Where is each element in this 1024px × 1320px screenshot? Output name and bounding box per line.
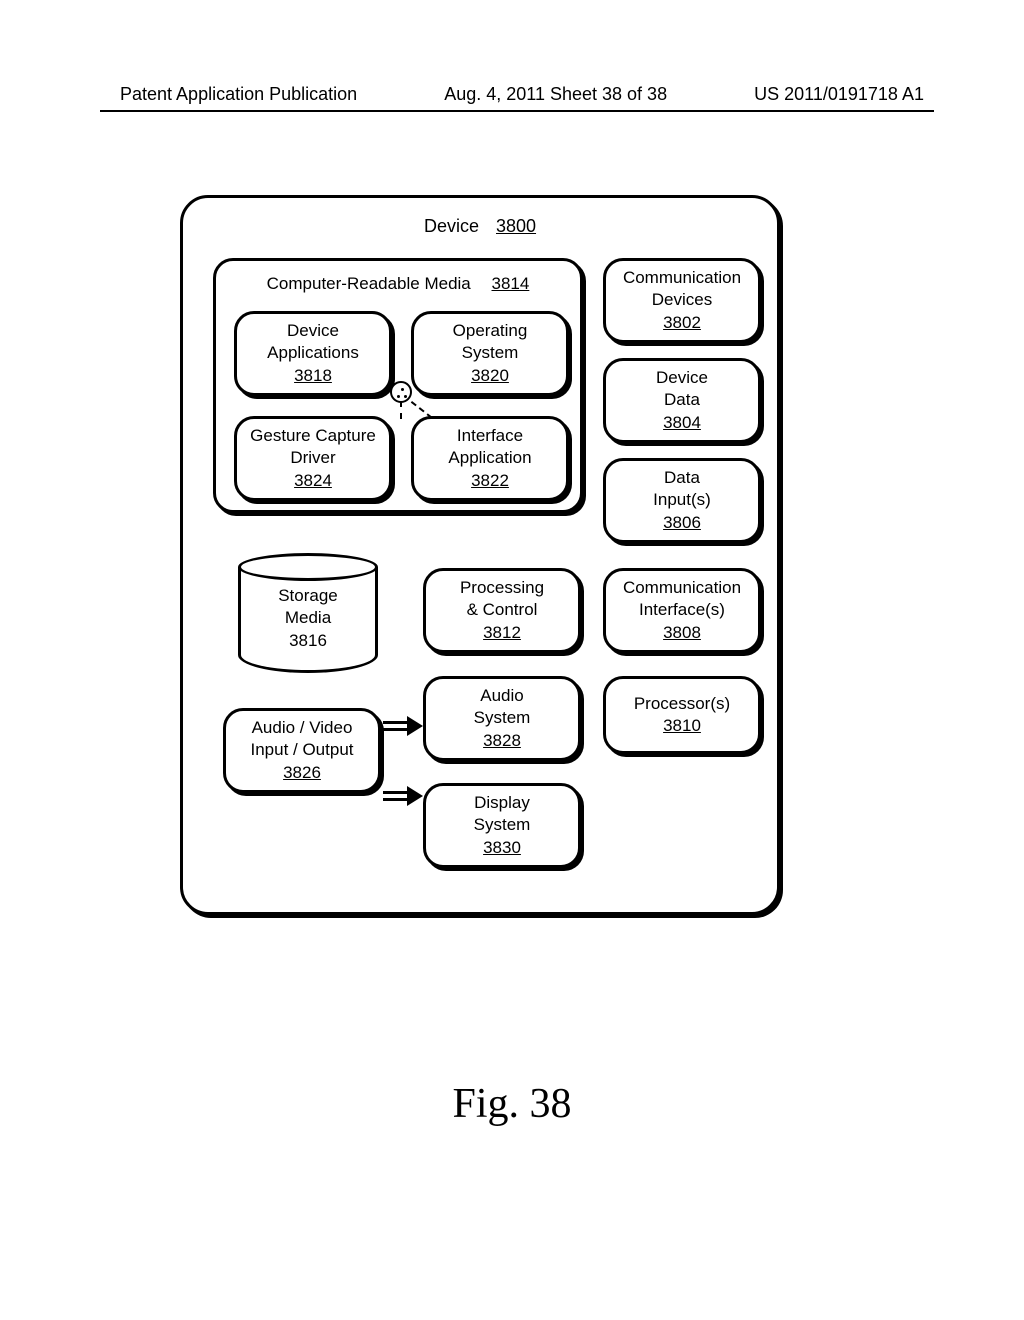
processing-control-l1: Processing [460, 577, 544, 599]
interface-application-box: Interface Application 3822 [411, 416, 569, 501]
communication-devices-l2: Devices [652, 289, 712, 311]
communication-devices-ref: 3802 [663, 312, 701, 334]
connector-hub-icon [390, 381, 412, 403]
audio-system-ref: 3828 [483, 730, 521, 752]
processing-control-l2: & Control [467, 599, 538, 621]
processing-control-ref: 3812 [483, 622, 521, 644]
device-title: Device 3800 [183, 216, 777, 237]
header-rule [100, 110, 934, 112]
av-io-ref: 3826 [283, 762, 321, 784]
audio-system-l2: System [474, 707, 531, 729]
device-container: Device 3800 Computer-Readable Media 3814… [180, 195, 780, 915]
communication-interfaces-l2: Interface(s) [639, 599, 725, 621]
operating-system-l2: System [462, 342, 519, 364]
header-left: Patent Application Publication [120, 84, 357, 105]
display-system-l2: System [474, 814, 531, 836]
interface-application-ref: 3822 [471, 470, 509, 492]
data-inputs-ref: 3806 [663, 512, 701, 534]
data-inputs-l2: Input(s) [653, 489, 711, 511]
gesture-capture-l1: Gesture Capture [250, 425, 376, 447]
display-system-box: Display System 3830 [423, 783, 581, 868]
processing-control-box: Processing & Control 3812 [423, 568, 581, 653]
data-inputs-l1: Data [664, 467, 700, 489]
device-applications-ref: 3818 [294, 365, 332, 387]
storage-media-ref: 3816 [289, 630, 327, 652]
device-data-l2: Data [664, 389, 700, 411]
display-system-l1: Display [474, 792, 530, 814]
operating-system-l1: Operating [453, 320, 528, 342]
figure-caption: Fig. 38 [0, 1080, 1024, 1128]
storage-media-l2: Media [285, 607, 331, 629]
av-io-l1: Audio / Video [252, 717, 353, 739]
display-system-ref: 3830 [483, 837, 521, 859]
storage-media-cylinder: Storage Media 3816 [238, 553, 378, 673]
device-ref: 3800 [496, 216, 536, 236]
processors-box: Processor(s) 3810 [603, 676, 761, 754]
av-io-box: Audio / Video Input / Output 3826 [223, 708, 381, 793]
dashed-connector [392, 366, 394, 384]
device-applications-l1: Device [287, 320, 339, 342]
processors-ref: 3810 [663, 715, 701, 737]
data-inputs-box: Data Input(s) 3806 [603, 458, 761, 543]
device-applications-l2: Applications [267, 342, 359, 364]
page-header: Patent Application Publication Aug. 4, 2… [120, 84, 924, 105]
interface-application-l1: Interface [457, 425, 523, 447]
media-container: Computer-Readable Media 3814 Device Appl… [213, 258, 583, 513]
media-title: Computer-Readable Media 3814 [216, 273, 580, 295]
communication-interfaces-ref: 3808 [663, 622, 701, 644]
audio-system-l1: Audio [480, 685, 523, 707]
device-data-l1: Device [656, 367, 708, 389]
device-label: Device [424, 216, 479, 236]
gesture-capture-ref: 3824 [294, 470, 332, 492]
dashed-connector [411, 401, 433, 419]
storage-media-l1: Storage [278, 585, 338, 607]
communication-interfaces-box: Communication Interface(s) 3808 [603, 568, 761, 653]
header-center: Aug. 4, 2011 Sheet 38 of 38 [444, 84, 667, 105]
communication-devices-box: Communication Devices 3802 [603, 258, 761, 343]
media-ref: 3814 [492, 274, 530, 293]
device-applications-box: Device Applications 3818 [234, 311, 392, 396]
device-data-box: Device Data 3804 [603, 358, 761, 443]
gesture-capture-l2: Driver [290, 447, 335, 469]
communication-interfaces-l1: Communication [623, 577, 741, 599]
operating-system-box: Operating System 3820 [411, 311, 569, 396]
dashed-connector [400, 401, 402, 419]
device-data-ref: 3804 [663, 412, 701, 434]
av-io-l2: Input / Output [250, 739, 353, 761]
processors-l1: Processor(s) [634, 693, 730, 715]
operating-system-ref: 3820 [471, 365, 509, 387]
communication-devices-l1: Communication [623, 267, 741, 289]
audio-system-box: Audio System 3828 [423, 676, 581, 761]
media-label: Computer-Readable Media [267, 274, 471, 293]
interface-application-l2: Application [448, 447, 531, 469]
header-right: US 2011/0191718 A1 [754, 84, 924, 105]
gesture-capture-box: Gesture Capture Driver 3824 [234, 416, 392, 501]
